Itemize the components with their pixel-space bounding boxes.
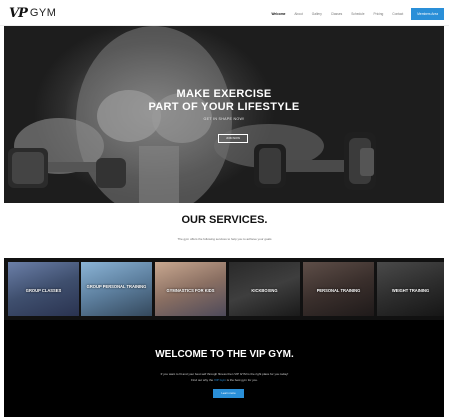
- menu-item-gallery[interactable]: Gallery: [312, 12, 322, 16]
- main-menu: Welcome About Gallery Classes Schedule P…: [262, 7, 444, 21]
- service-label: GROUP CLASSES: [25, 288, 62, 293]
- service-label: KICKBOXING: [251, 288, 278, 293]
- hero-banner: MAKE EXERCISE PART OF YOUR LIFESTYLE GET…: [4, 26, 444, 203]
- hero-image: [8, 26, 376, 203]
- logo[interactable]: VP GYM: [9, 5, 57, 21]
- service-label: PERSONAL TRAINING: [316, 288, 361, 293]
- welcome-text-post: is the best gym for you.: [225, 378, 258, 382]
- vip-gym-link[interactable]: VIP Gym: [214, 378, 226, 382]
- hero-title-line2: PART OF YOUR LIFESTYLE: [148, 101, 300, 113]
- logo-mark: VP: [9, 5, 28, 21]
- services-subtitle: The gym offers the following services to…: [177, 237, 272, 241]
- join-now-button[interactable]: JOIN NOW: [218, 134, 248, 143]
- hero-title-line1: MAKE EXERCISE: [176, 88, 272, 100]
- members-area-button[interactable]: Members Area: [411, 8, 444, 20]
- menu-item-contact[interactable]: Contact: [392, 12, 403, 16]
- service-card-gymnastics-for-kids[interactable]: GYMNASTICS FOR KIDS: [155, 262, 226, 316]
- service-label: GROUP PERSONAL TRAINING: [86, 284, 147, 289]
- welcome-text-pre: Find out why the: [191, 378, 215, 382]
- menu-item-pricing[interactable]: Pricing: [374, 12, 384, 16]
- welcome-section: [4, 320, 444, 417]
- service-label: WEIGHT TRAINING: [391, 288, 430, 293]
- service-card-group-classes[interactable]: GROUP CLASSES: [8, 262, 79, 316]
- welcome-title: WELCOME TO THE VIP GYM.: [155, 349, 294, 360]
- service-card-group-personal-training[interactable]: GROUP PERSONAL TRAINING: [81, 262, 152, 316]
- learn-more-button[interactable]: Learn more: [213, 389, 244, 398]
- menu-item-about[interactable]: About: [294, 12, 302, 16]
- menu-item-welcome[interactable]: Welcome: [271, 12, 285, 16]
- top-navbar: VP GYM Welcome About Gallery Classes Sch…: [0, 0, 449, 26]
- welcome-text-line1: If you want to fit and your best self th…: [160, 372, 289, 376]
- welcome-text-line2: Find out why the VIP Gym is the best gym…: [0, 378, 449, 382]
- service-card-kickboxing[interactable]: KICKBOXING: [229, 262, 300, 316]
- service-card-weight-training[interactable]: WEIGHT TRAINING: [377, 262, 444, 316]
- service-card-personal-training[interactable]: PERSONAL TRAINING: [303, 262, 374, 316]
- menu-item-schedule[interactable]: Schedule: [351, 12, 364, 16]
- menu-item-classes[interactable]: Classes: [331, 12, 342, 16]
- services-title: OUR SERVICES.: [181, 214, 268, 226]
- hero-subtitle: GET IN SHAPE NOW!: [203, 117, 245, 121]
- service-label: GYMNASTICS FOR KIDS: [166, 288, 215, 293]
- logo-text: GYM: [29, 7, 57, 19]
